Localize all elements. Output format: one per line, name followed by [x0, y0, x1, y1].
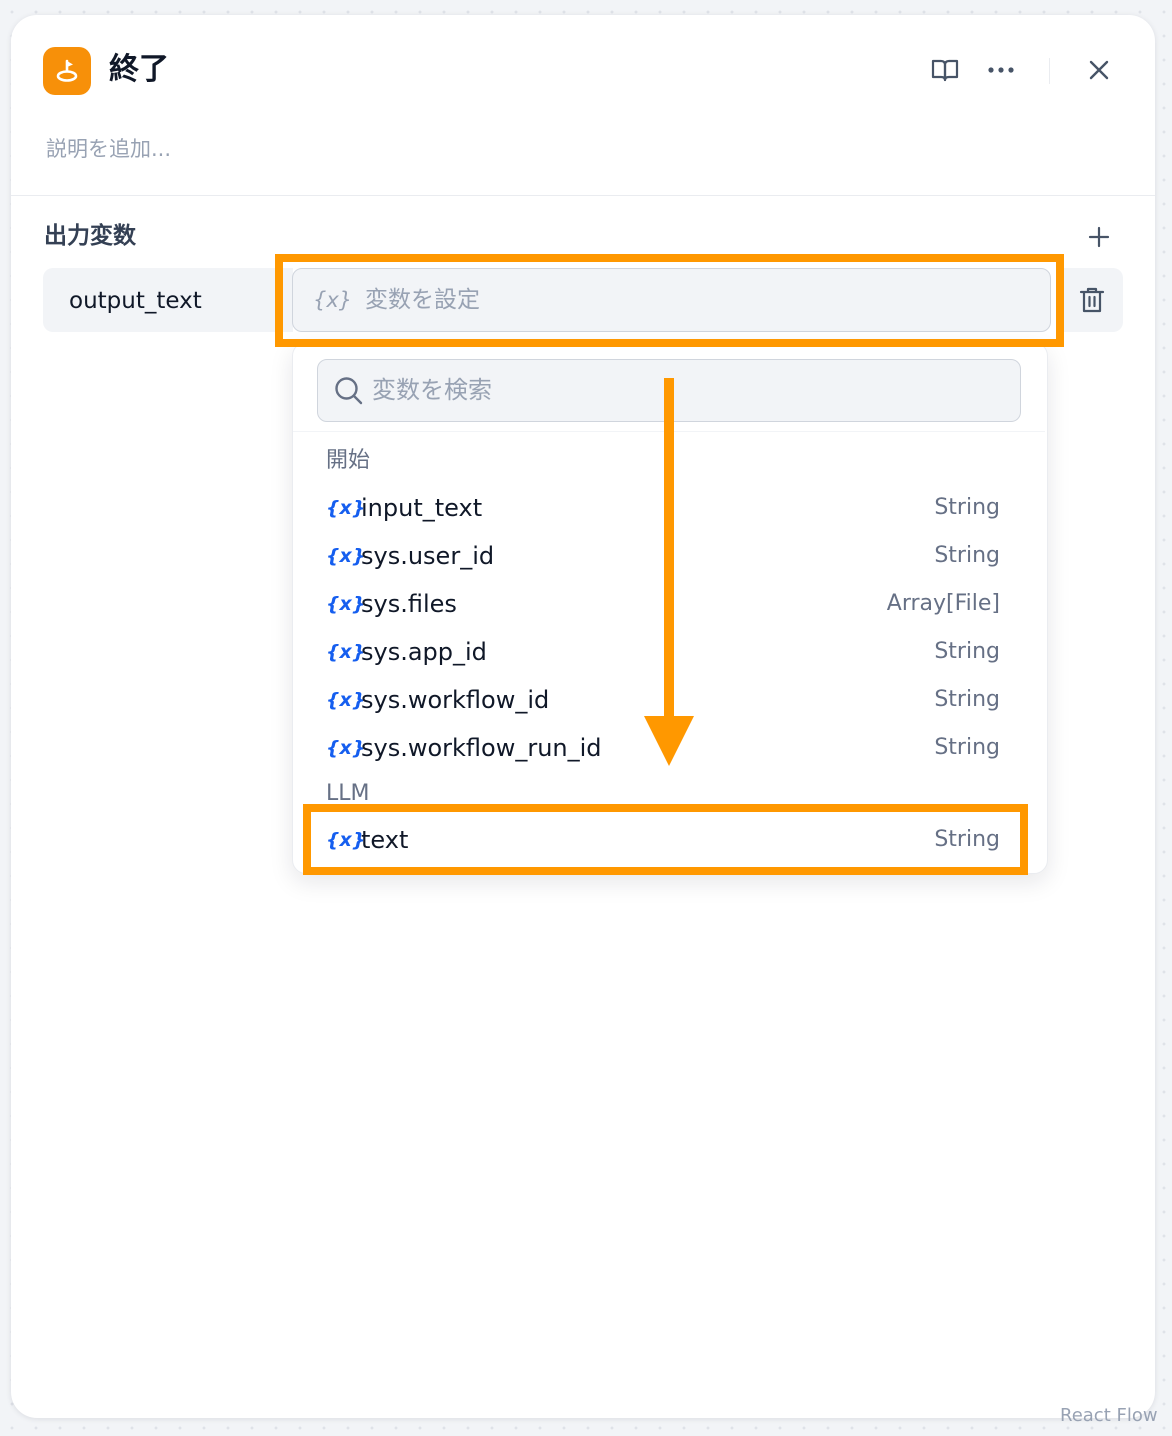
- variable-option-type: String: [934, 543, 1000, 568]
- trash-icon[interactable]: [1061, 268, 1123, 332]
- variable-option-name: sys.workflow_run_id: [361, 734, 602, 762]
- search-placeholder: 変数を検索: [372, 376, 492, 404]
- search-icon: [335, 377, 363, 405]
- variable-icon: {x}: [326, 641, 366, 663]
- close-icon[interactable]: [1081, 52, 1117, 88]
- output-variables-title: 出力変数: [44, 223, 136, 249]
- plus-icon[interactable]: [1082, 220, 1116, 254]
- header-separator: [1049, 58, 1050, 84]
- variable-option-name: sys.files: [361, 590, 457, 618]
- arrow-down-annotation: [644, 378, 694, 766]
- variable-option-type: String: [934, 495, 1000, 520]
- variable-option-name: sys.app_id: [361, 638, 487, 666]
- book-icon[interactable]: [927, 52, 963, 88]
- highlight-variable-selector: [275, 254, 1064, 347]
- more-icon[interactable]: [983, 52, 1019, 88]
- end-node-icon: [43, 47, 91, 95]
- variable-option-type: Array[File]: [886, 591, 1000, 616]
- variable-name-value[interactable]: output_text: [69, 284, 202, 318]
- variable-option-type: String: [934, 639, 1000, 664]
- variable-option-name: sys.workflow_id: [361, 686, 550, 714]
- variable-icon: {x}: [326, 689, 366, 711]
- react-flow-attribution[interactable]: React Flow: [1060, 1404, 1158, 1428]
- highlight-text-option: [303, 804, 1028, 875]
- variable-option-name: input_text: [361, 494, 483, 522]
- header-divider: [11, 195, 1155, 196]
- description-input[interactable]: 説明を追加...: [46, 133, 171, 165]
- group-label-start: 開始: [326, 448, 371, 473]
- variable-option-type: String: [934, 735, 1000, 760]
- variable-icon: {x}: [326, 737, 366, 759]
- variable-option-type: String: [934, 687, 1000, 712]
- variable-icon: {x}: [326, 545, 366, 567]
- node-title[interactable]: 終了: [109, 50, 169, 90]
- variable-option-name: sys.user_id: [361, 542, 495, 570]
- variable-icon: {x}: [326, 497, 366, 519]
- variable-icon: {x}: [326, 593, 366, 615]
